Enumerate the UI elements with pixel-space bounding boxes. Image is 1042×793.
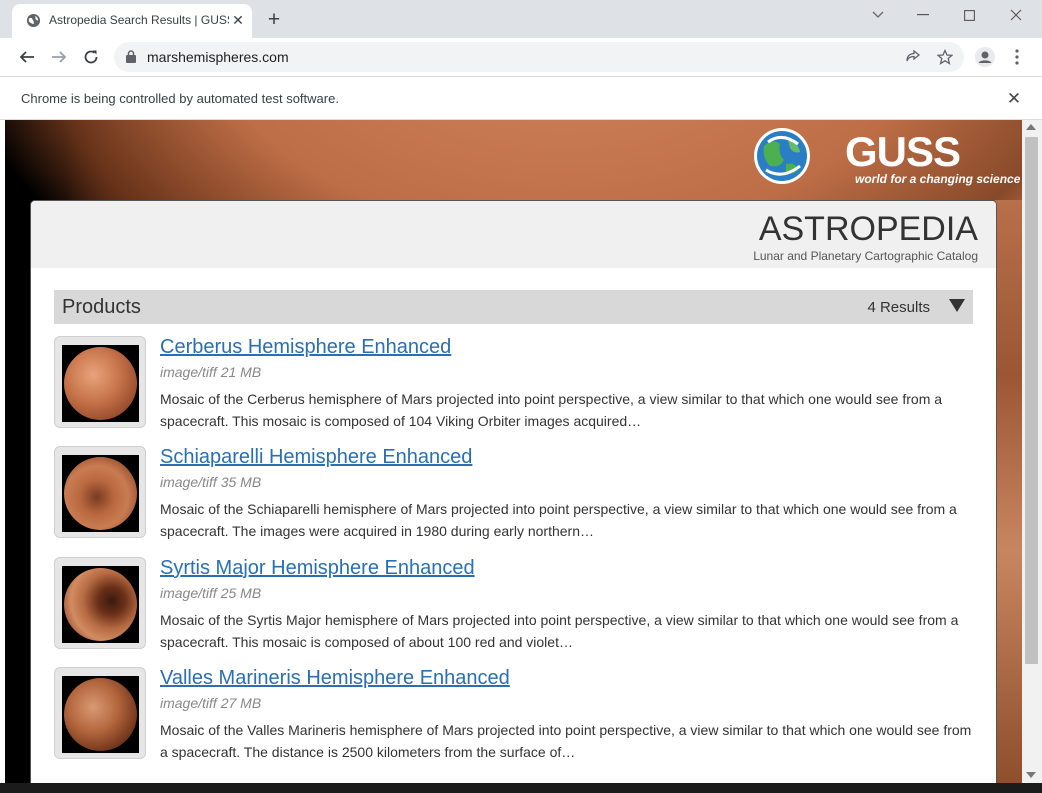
product-thumbnail[interactable] xyxy=(54,557,146,649)
product-meta: image/tiff 25 MB xyxy=(160,585,262,601)
product-item: Schiaparelli Hemisphere Enhanced image/t… xyxy=(54,446,973,546)
product-meta: image/tiff 35 MB xyxy=(160,474,262,490)
page-viewport: GUSS world for a changing science ASTROP… xyxy=(5,120,1022,783)
product-meta: image/tiff 27 MB xyxy=(160,695,262,711)
product-description: Mosaic of the Schiaparelli hemisphere of… xyxy=(160,501,957,539)
browser-tab-active[interactable]: Astropedia Search Results | GUSS ✕ xyxy=(12,4,252,38)
guss-logo-text: GUSS xyxy=(845,128,961,175)
back-icon[interactable] xyxy=(13,43,41,71)
url-text: marshemispheres.com xyxy=(147,49,289,65)
mars-hemisphere-image xyxy=(64,678,137,751)
product-title-link[interactable]: Cerberus Hemisphere Enhanced xyxy=(160,336,451,359)
product-meta: image/tiff 21 MB xyxy=(160,364,262,380)
results-count: 4 Results xyxy=(867,299,930,316)
minimize-icon[interactable] xyxy=(900,0,946,30)
new-tab-icon[interactable]: + xyxy=(262,9,286,33)
card-header: ASTROPEDIA Lunar and Planetary Cartograp… xyxy=(31,201,996,268)
menu-kebab-icon[interactable] xyxy=(1003,43,1031,71)
lock-icon[interactable] xyxy=(126,50,136,63)
reload-icon[interactable] xyxy=(77,43,105,71)
maximize-icon[interactable] xyxy=(946,0,992,30)
usgs-globe-logo[interactable] xyxy=(752,126,812,186)
mars-hemisphere-image xyxy=(64,457,137,530)
share-icon[interactable] xyxy=(899,43,927,71)
infobar-message: Chrome is being controlled by automated … xyxy=(21,91,339,106)
product-title-link[interactable]: Syrtis Major Hemisphere Enhanced xyxy=(160,557,475,580)
profile-avatar-icon[interactable] xyxy=(971,43,999,71)
astropedia-logo-text: ASTROPEDIA xyxy=(758,210,978,248)
scrollbar-thumb[interactable] xyxy=(1025,137,1038,664)
product-thumbnail[interactable] xyxy=(54,667,146,759)
window-bottom-edge xyxy=(0,783,1042,793)
browser-toolbar: marshemispheres.com xyxy=(0,38,1042,76)
scroll-down-arrow-icon[interactable] xyxy=(1026,772,1036,778)
tab-close-icon[interactable]: ✕ xyxy=(230,12,246,28)
astropedia-subtitle: Lunar and Planetary Cartographic Catalog xyxy=(753,249,978,263)
forward-icon[interactable] xyxy=(45,43,73,71)
browser-window: Astropedia Search Results | GUSS ✕ + mar… xyxy=(0,0,1042,793)
product-thumbnail[interactable] xyxy=(54,336,146,428)
product-item: Syrtis Major Hemisphere Enhanced image/t… xyxy=(54,557,973,657)
globe-icon xyxy=(26,13,41,28)
guss-tagline: world for a changing science xyxy=(855,172,1021,186)
bookmark-star-icon[interactable] xyxy=(931,43,959,71)
mars-background-edge xyxy=(995,200,1022,783)
close-window-icon[interactable] xyxy=(993,0,1039,30)
products-header-bar: Products 4 Results xyxy=(54,290,973,324)
scroll-up-arrow-icon[interactable] xyxy=(1026,124,1036,130)
mars-hemisphere-image xyxy=(64,568,137,641)
products-heading: Products xyxy=(62,296,141,318)
product-thumbnail[interactable] xyxy=(54,446,146,538)
product-description: Mosaic of the Syrtis Major hemisphere of… xyxy=(160,612,959,650)
collapse-triangle-icon[interactable] xyxy=(949,299,965,313)
infobar-close-icon[interactable]: ✕ xyxy=(1004,89,1024,109)
mars-hemisphere-image xyxy=(64,347,137,420)
product-item: Valles Marineris Hemisphere Enhanced ima… xyxy=(54,667,973,767)
product-item: Cerberus Hemisphere Enhanced image/tiff … xyxy=(54,336,973,436)
tab-strip: Astropedia Search Results | GUSS ✕ + xyxy=(0,0,1042,38)
page-scrollbar[interactable] xyxy=(1022,120,1042,783)
product-description: Mosaic of the Valles Marineris hemispher… xyxy=(160,722,972,760)
product-title-link[interactable]: Valles Marineris Hemisphere Enhanced xyxy=(160,667,510,690)
product-description: Mosaic of the Cerberus hemisphere of Mar… xyxy=(160,391,943,429)
astropedia-logo[interactable]: ASTROPEDIA Lunar and Planetary Cartograp… xyxy=(753,211,978,263)
product-title-link[interactable]: Schiaparelli Hemisphere Enhanced xyxy=(160,446,472,469)
tab-title: Astropedia Search Results | GUSS xyxy=(49,13,229,27)
tab-search-icon[interactable] xyxy=(855,0,901,30)
guss-logo[interactable]: GUSS world for a changing science xyxy=(845,128,1021,187)
automation-infobar: Chrome is being controlled by automated … xyxy=(0,76,1042,120)
results-card: ASTROPEDIA Lunar and Planetary Cartograp… xyxy=(30,200,997,783)
address-bar[interactable]: marshemispheres.com xyxy=(114,42,964,72)
